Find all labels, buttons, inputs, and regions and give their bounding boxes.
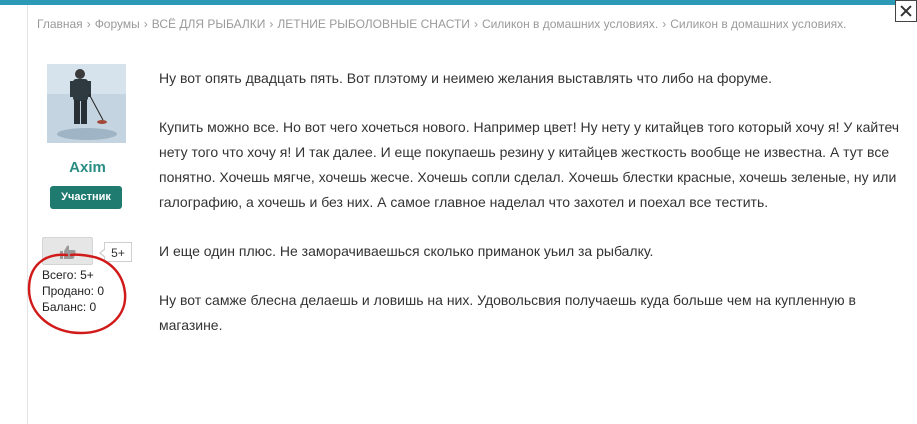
avatar-photo bbox=[47, 64, 126, 143]
breadcrumb-separator: › bbox=[269, 17, 274, 31]
reputation-sold: Продано: 0 bbox=[42, 284, 105, 298]
breadcrumb-summer-tackle[interactable]: ЛЕТНИЕ РЫБОЛОВНЫЕ СНАСТИ bbox=[277, 17, 470, 31]
reputation-balance: Баланс: 0 bbox=[42, 300, 97, 314]
content-divider bbox=[27, 5, 28, 424]
post-content: Ну вот опять двадцать пять. Вот плэтому … bbox=[159, 66, 904, 362]
breadcrumb-separator: › bbox=[86, 17, 91, 31]
breadcrumb-forums[interactable]: Форумы bbox=[95, 17, 140, 31]
reputation-stats: Всего: 5+ Продано: 0 Баланс: 0 bbox=[42, 267, 104, 315]
reputation-badge: 5+ bbox=[99, 242, 132, 262]
close-icon[interactable] bbox=[895, 0, 917, 22]
thumbs-up-icon bbox=[60, 245, 76, 259]
post-paragraph: Ну вот опять двадцать пять. Вот плэтому … bbox=[159, 70, 773, 86]
breadcrumb-topic[interactable]: Силикон в домашних условиях. bbox=[482, 17, 658, 31]
breadcrumb-separator: › bbox=[143, 17, 148, 31]
author-name[interactable]: Axim bbox=[40, 159, 135, 176]
breadcrumb-separator: › bbox=[662, 17, 667, 31]
avatar[interactable] bbox=[47, 64, 126, 143]
reputation-total: Всего: 5+ bbox=[42, 268, 94, 282]
like-button[interactable] bbox=[42, 237, 93, 265]
role-badge: Участник bbox=[50, 186, 122, 209]
post-paragraph: Купить можно все. Но вот чего хочеться н… bbox=[159, 119, 900, 210]
reputation-block: 5+ Всего: 5+ Продано: 0 Баланс: 0 bbox=[40, 237, 140, 322]
breadcrumb-separator: › bbox=[473, 17, 478, 31]
top-bar bbox=[0, 0, 917, 5]
breadcrumb-home[interactable]: Главная bbox=[37, 17, 83, 31]
breadcrumb: Главная › Форумы › ВСЁ ДЛЯ РЫБАЛКИ › ЛЕТНИЕ РЫ… bbox=[37, 17, 847, 31]
post-paragraph: Ну вот самже блесна делаешь и ловишь на … bbox=[159, 292, 856, 333]
post-paragraph: И еще один плюс. Не заморачиваешься скол… bbox=[159, 243, 654, 259]
breadcrumb-fishing-category[interactable]: ВСЁ ДЛЯ РЫБАЛКИ bbox=[152, 17, 266, 31]
breadcrumb-current[interactable]: Силикон в домашних условиях. bbox=[670, 17, 846, 31]
